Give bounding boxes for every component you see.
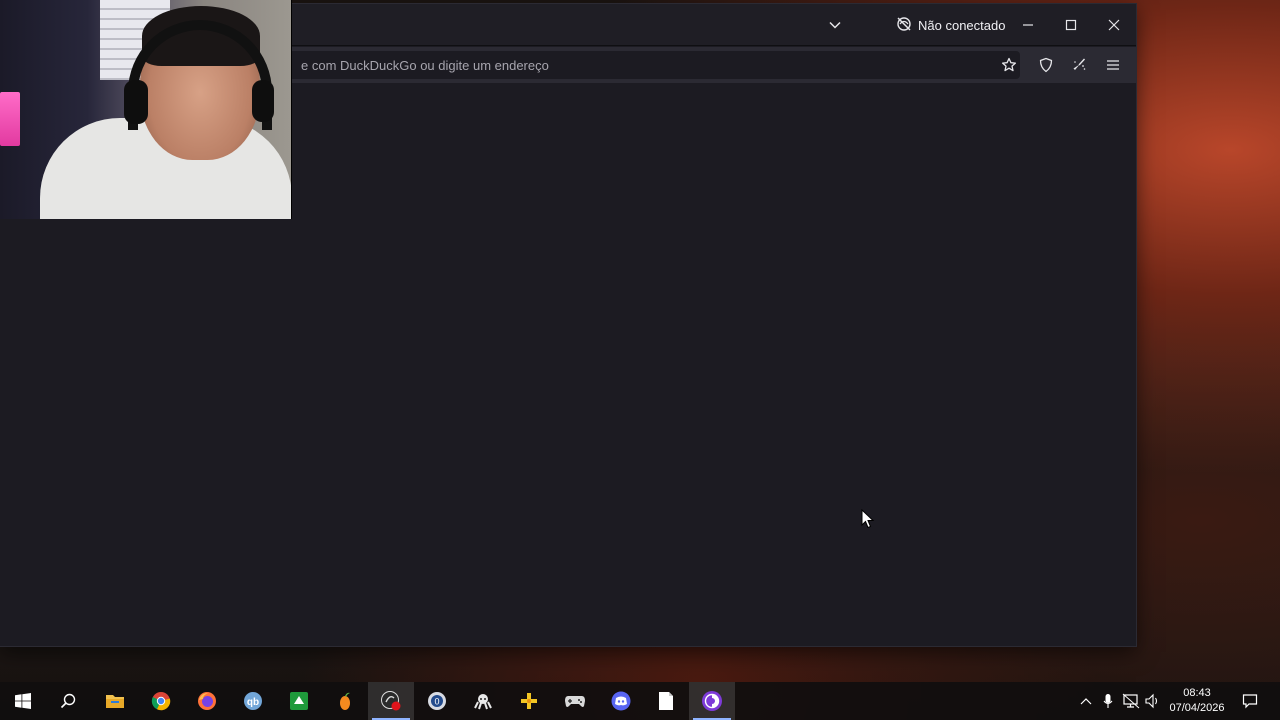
connection-status-label: Não conectado (918, 17, 1006, 33)
system-clock[interactable]: 08:43 07/04/2026 (1166, 686, 1228, 716)
network-icon[interactable] (1120, 682, 1142, 720)
discord-icon[interactable] (598, 682, 644, 720)
camtasia-icon[interactable] (276, 682, 322, 720)
obs-recording-icon[interactable] (368, 682, 414, 720)
document-icon[interactable] (643, 682, 689, 720)
search-icon[interactable] (45, 682, 91, 720)
taskbar: qb 0 08:43 07/04/2026 (0, 682, 1280, 720)
chevron-up-icon[interactable] (1076, 682, 1096, 720)
clock-date: 07/04/2026 (1169, 702, 1225, 714)
microphone-icon[interactable] (1098, 682, 1118, 720)
svg-text:qb: qb (247, 697, 259, 708)
star-icon[interactable] (997, 53, 1021, 77)
broom-icon[interactable] (1067, 53, 1091, 77)
hamburger-menu-icon[interactable] (1101, 53, 1125, 77)
tor-icon[interactable] (689, 682, 735, 720)
firefox-icon[interactable] (184, 682, 230, 720)
circle-app-icon[interactable]: 0 (414, 682, 460, 720)
minimize-icon[interactable] (1006, 4, 1050, 46)
svg-text:0: 0 (434, 697, 439, 707)
notifications-icon[interactable] (1236, 682, 1264, 720)
chrome-icon[interactable] (138, 682, 184, 720)
no-connection-icon (896, 16, 912, 35)
folder-icon[interactable] (92, 682, 138, 720)
octopus-icon[interactable] (460, 682, 506, 720)
webcam-headset-cup-right (252, 80, 274, 122)
webcam-headset-cup-left (124, 80, 148, 124)
maximize-icon[interactable] (1049, 4, 1093, 46)
qbittorrent-icon[interactable]: qb (230, 682, 276, 720)
address-bar-placeholder: e com DuckDuckGo ou digite um endereço (301, 58, 549, 73)
fl-studio-icon[interactable] (322, 682, 368, 720)
chevron-down-icon[interactable] (824, 14, 846, 36)
gamepad-icon[interactable] (552, 682, 598, 720)
windows-logo-icon[interactable] (0, 682, 46, 720)
webcam-overlay (0, 0, 292, 219)
clock-time: 08:43 (1183, 687, 1211, 699)
puzzle-icon[interactable] (506, 682, 552, 720)
connection-status[interactable]: Não conectado (896, 15, 1005, 35)
volume-icon[interactable] (1142, 682, 1164, 720)
mouse-cursor-icon (861, 508, 875, 534)
close-icon[interactable] (1092, 4, 1136, 46)
shield-icon[interactable] (1034, 53, 1058, 77)
webcam-pink-light (0, 92, 20, 146)
